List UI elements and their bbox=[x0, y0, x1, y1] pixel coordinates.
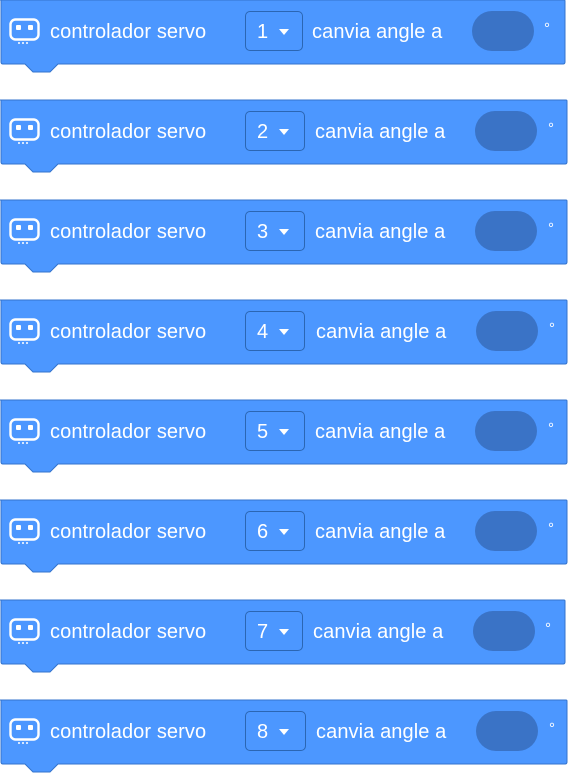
angle-input[interactable] bbox=[476, 311, 538, 351]
dropdown-caret-icon bbox=[279, 29, 289, 35]
dropdown-caret-icon bbox=[279, 329, 289, 335]
degree-symbol: ° bbox=[549, 320, 555, 337]
robot-icon bbox=[9, 718, 40, 744]
block-suffix-label: canvia angle a bbox=[315, 421, 446, 443]
servo-number-value: 8 bbox=[257, 721, 269, 743]
block-prefix-label: controlador servo bbox=[50, 521, 207, 543]
block-prefix-label: controlador servo bbox=[50, 721, 207, 743]
block-suffix-label: canvia angle a bbox=[316, 721, 447, 743]
block-prefix-label: controlador servo bbox=[50, 321, 207, 343]
robot-icon bbox=[9, 518, 40, 544]
servo-number-dropdown[interactable]: 7 bbox=[245, 611, 303, 651]
dropdown-caret-icon bbox=[279, 729, 289, 735]
angle-input[interactable] bbox=[472, 11, 534, 51]
robot-icon bbox=[9, 318, 40, 344]
servo-number-value: 1 bbox=[257, 21, 269, 43]
degree-symbol: ° bbox=[545, 620, 551, 637]
servo-block-3[interactable]: controlador servo 3 canvia angle a ° bbox=[0, 199, 568, 276]
angle-input[interactable] bbox=[475, 411, 537, 451]
degree-symbol: ° bbox=[548, 220, 554, 237]
block-suffix-label: canvia angle a bbox=[315, 121, 446, 143]
block-prefix-label: controlador servo bbox=[50, 121, 207, 143]
degree-symbol: ° bbox=[548, 420, 554, 437]
servo-number-dropdown[interactable]: 1 bbox=[245, 11, 303, 51]
servo-number-value: 3 bbox=[257, 221, 269, 243]
degree-symbol: ° bbox=[549, 720, 555, 737]
block-prefix-label: controlador servo bbox=[50, 21, 207, 43]
block-suffix-label: canvia angle a bbox=[315, 521, 446, 543]
block-suffix-label: canvia angle a bbox=[315, 221, 446, 243]
servo-number-dropdown[interactable]: 4 bbox=[245, 311, 305, 351]
angle-input[interactable] bbox=[475, 511, 537, 551]
servo-block-8[interactable]: controlador servo 8 canvia angle a ° bbox=[0, 699, 568, 775]
dropdown-caret-icon bbox=[279, 129, 289, 135]
robot-icon bbox=[9, 118, 40, 144]
servo-block-5[interactable]: controlador servo 5 canvia angle a ° bbox=[0, 399, 568, 476]
servo-block-7[interactable]: controlador servo 7 canvia angle a ° bbox=[0, 599, 566, 676]
code-workspace: controlador servo 1 canvia angle a ° con… bbox=[0, 0, 568, 775]
servo-number-dropdown[interactable]: 3 bbox=[245, 211, 305, 251]
angle-input[interactable] bbox=[475, 111, 537, 151]
degree-symbol: ° bbox=[548, 120, 554, 137]
servo-block-2[interactable]: controlador servo 2 canvia angle a ° bbox=[0, 99, 568, 176]
block-suffix-label: canvia angle a bbox=[313, 621, 444, 643]
degree-symbol: ° bbox=[548, 520, 554, 537]
robot-icon bbox=[9, 618, 40, 644]
robot-icon bbox=[9, 18, 40, 44]
block-prefix-label: controlador servo bbox=[50, 421, 207, 443]
angle-input[interactable] bbox=[476, 711, 538, 751]
servo-number-dropdown[interactable]: 2 bbox=[245, 111, 305, 151]
block-suffix-label: canvia angle a bbox=[316, 321, 447, 343]
servo-number-value: 6 bbox=[257, 521, 269, 543]
robot-icon bbox=[9, 218, 40, 244]
block-prefix-label: controlador servo bbox=[50, 621, 207, 643]
servo-number-dropdown[interactable]: 5 bbox=[245, 411, 305, 451]
servo-number-value: 7 bbox=[257, 621, 269, 643]
servo-number-dropdown[interactable]: 8 bbox=[245, 711, 306, 751]
servo-number-value: 2 bbox=[257, 121, 269, 143]
servo-number-dropdown[interactable]: 6 bbox=[245, 511, 305, 551]
angle-input[interactable] bbox=[473, 611, 535, 651]
servo-number-value: 4 bbox=[257, 321, 269, 343]
dropdown-caret-icon bbox=[279, 629, 289, 635]
degree-symbol: ° bbox=[544, 20, 550, 37]
dropdown-caret-icon bbox=[279, 429, 289, 435]
servo-block-1[interactable]: controlador servo 1 canvia angle a ° bbox=[0, 0, 566, 76]
block-prefix-label: controlador servo bbox=[50, 221, 207, 243]
dropdown-caret-icon bbox=[279, 229, 289, 235]
angle-input[interactable] bbox=[475, 211, 537, 251]
block-suffix-label: canvia angle a bbox=[312, 21, 443, 43]
robot-icon bbox=[9, 418, 40, 444]
servo-block-4[interactable]: controlador servo 4 canvia angle a ° bbox=[0, 299, 568, 376]
dropdown-caret-icon bbox=[279, 529, 289, 535]
servo-number-value: 5 bbox=[257, 421, 269, 443]
servo-block-6[interactable]: controlador servo 6 canvia angle a ° bbox=[0, 499, 568, 576]
